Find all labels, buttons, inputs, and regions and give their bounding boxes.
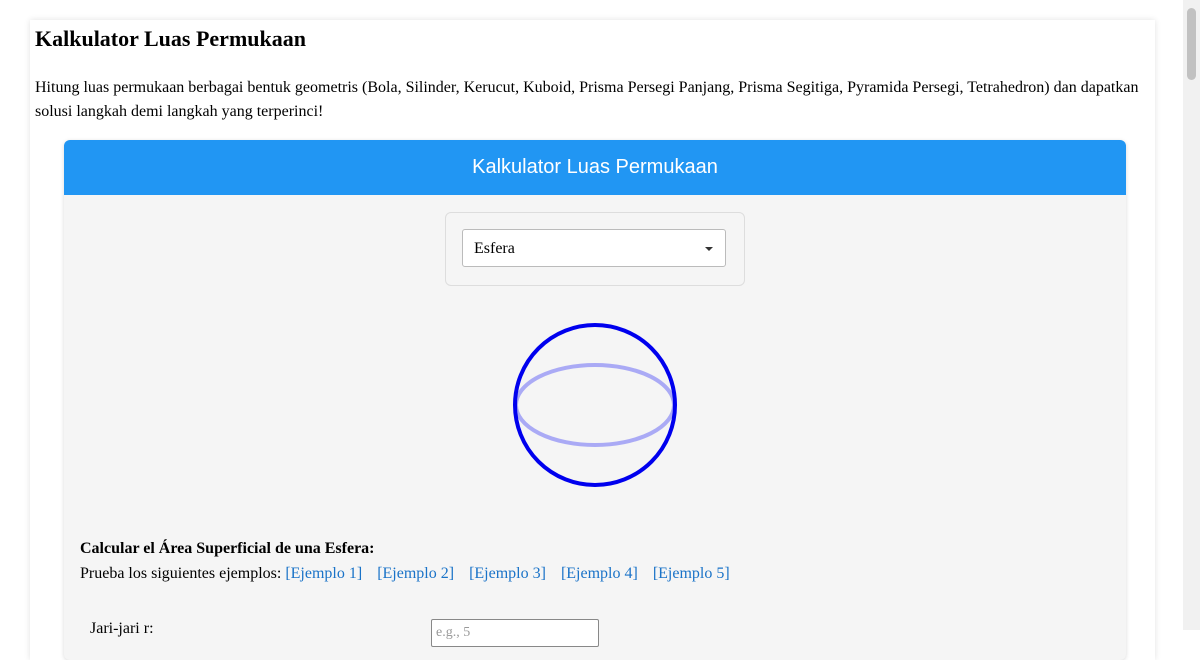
shape-select[interactable]: Esfera: [462, 229, 726, 267]
page-title: Kalkulator Luas Permukaan: [35, 26, 306, 51]
vertical-scrollbar[interactable]: [1183, 0, 1200, 630]
scrollbar-thumb[interactable]: [1187, 8, 1196, 80]
examples-prompt: Prueba los siguientes ejemplos:: [80, 565, 282, 582]
example-link-5[interactable]: [Ejemplo 5]: [653, 565, 730, 582]
radius-input[interactable]: [431, 619, 599, 647]
example-link-1[interactable]: [Ejemplo 1]: [285, 565, 362, 582]
page-description: Hitung luas permukaan berbagai bentuk ge…: [35, 79, 1139, 120]
calculator-header: Kalkulator Luas Permukaan: [64, 140, 1126, 195]
section-heading: Calcular el Área Superficial de una Esfe…: [80, 540, 375, 557]
sphere-equator: [514, 363, 676, 447]
shape-selector-box: Esfera: [445, 212, 745, 286]
sphere-outline: [513, 323, 677, 487]
example-link-3[interactable]: [Ejemplo 3]: [469, 565, 546, 582]
chevron-down-icon: [705, 247, 713, 251]
shape-select-value: Esfera: [474, 240, 515, 257]
example-link-4[interactable]: [Ejemplo 4]: [561, 565, 638, 582]
page-container: Kalkulator Luas Permukaan Hitung luas pe…: [30, 20, 1155, 660]
sphere-icon: [513, 323, 677, 487]
example-link-2[interactable]: [Ejemplo 2]: [377, 565, 454, 582]
radius-label: Jari-jari r:: [90, 620, 154, 637]
examples-row: Prueba los siguientes ejemplos: [Ejemplo…: [80, 565, 741, 583]
calculator-panel: Kalkulator Luas Permukaan Esfera Calcula…: [64, 140, 1126, 660]
